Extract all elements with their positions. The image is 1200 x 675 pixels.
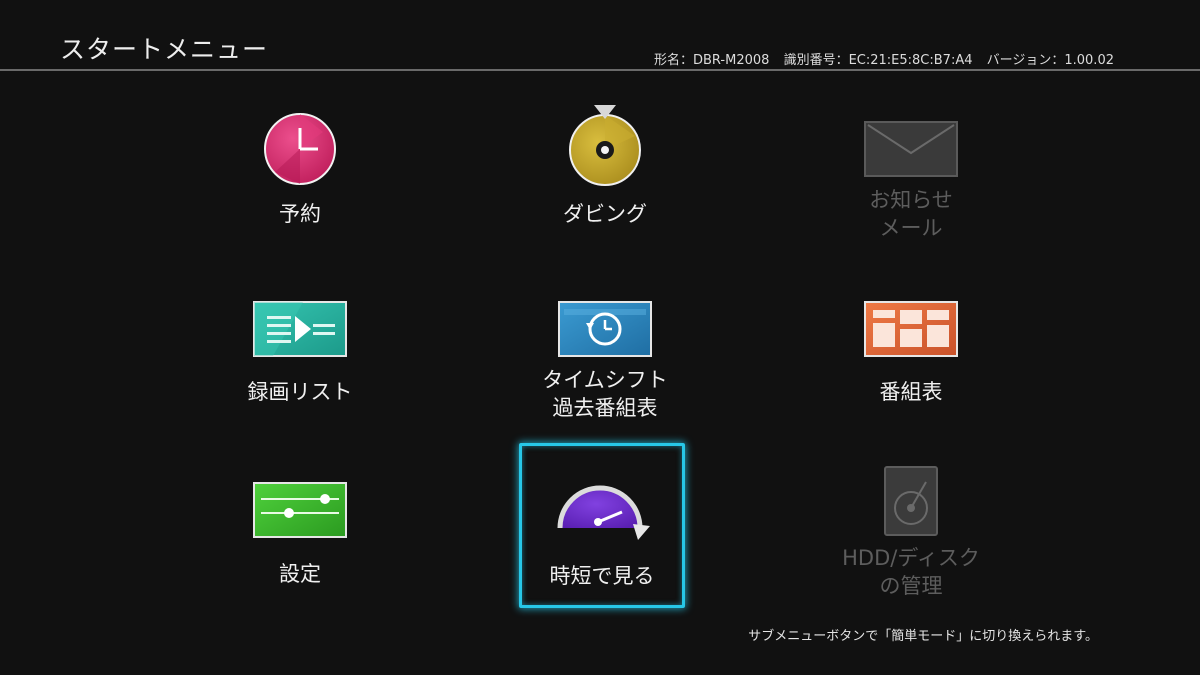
menu-label-line2: の管理 bbox=[879, 574, 943, 598]
menu-item-recording-list[interactable]: 録画リスト bbox=[217, 282, 383, 447]
device-info: 形名：DBR-M2008 識別番号：EC:21:E5:8C:B7:A4 バージョ… bbox=[654, 49, 1114, 68]
menu-label-line2: メール bbox=[879, 216, 943, 240]
clock-icon bbox=[264, 113, 336, 185]
header-divider bbox=[0, 69, 1200, 71]
menu-label: 録画リスト bbox=[247, 380, 353, 404]
menu-item-quick-view[interactable]: 時短で見る bbox=[519, 443, 685, 608]
slider-icon bbox=[253, 482, 347, 538]
menu-label-line2: 過去番組表 bbox=[552, 396, 658, 420]
start-menu-screen: スタートメニュー 形名：DBR-M2008 識別番号：EC:21:E5:8C:B… bbox=[0, 0, 1200, 675]
menu-label-line1: HDD/ディスク bbox=[842, 546, 980, 570]
mail-icon bbox=[864, 121, 958, 177]
menu-label: 設定 bbox=[279, 562, 321, 586]
menu-item-notice-mail[interactable]: お知らせ メール bbox=[828, 100, 994, 265]
version-number: バージョン：1.00.02 bbox=[986, 53, 1114, 68]
menu-item-settings[interactable]: 設定 bbox=[217, 460, 383, 625]
menu-item-hdd-disk[interactable]: HDD/ディスク の管理 bbox=[828, 460, 994, 625]
menu-item-dubbing[interactable]: ダビング bbox=[522, 100, 688, 265]
menu-label: 予約 bbox=[279, 202, 321, 226]
speedometer-icon bbox=[557, 485, 650, 540]
menu-label: 時短で見る bbox=[549, 564, 655, 588]
mode-switch-hint: サブメニューボタンで「簡単モード」に切り換えられます。 bbox=[748, 629, 1098, 644]
page-title: スタートメニュー bbox=[60, 35, 269, 64]
play-list-icon bbox=[253, 301, 347, 357]
menu-label: ダビング bbox=[563, 202, 647, 226]
model-name: 形名：DBR-M2008 bbox=[653, 53, 770, 68]
id-number: 識別番号：EC:21:E5:8C:B7:A4 bbox=[783, 53, 973, 68]
grid-icon bbox=[864, 301, 958, 357]
menu-label-line1: お知らせ bbox=[869, 188, 953, 212]
menu-label-line1: タイムシフト bbox=[542, 368, 668, 392]
menu-item-program-guide[interactable]: 番組表 bbox=[828, 282, 994, 447]
menu-label: 番組表 bbox=[879, 380, 943, 404]
timeshift-icon bbox=[558, 301, 652, 357]
disc-icon bbox=[569, 105, 641, 186]
menu-item-reservation[interactable]: 予約 bbox=[217, 100, 383, 265]
hdd-icon bbox=[884, 466, 938, 536]
menu-item-timeshift[interactable]: タイムシフト 過去番組表 bbox=[522, 282, 688, 447]
